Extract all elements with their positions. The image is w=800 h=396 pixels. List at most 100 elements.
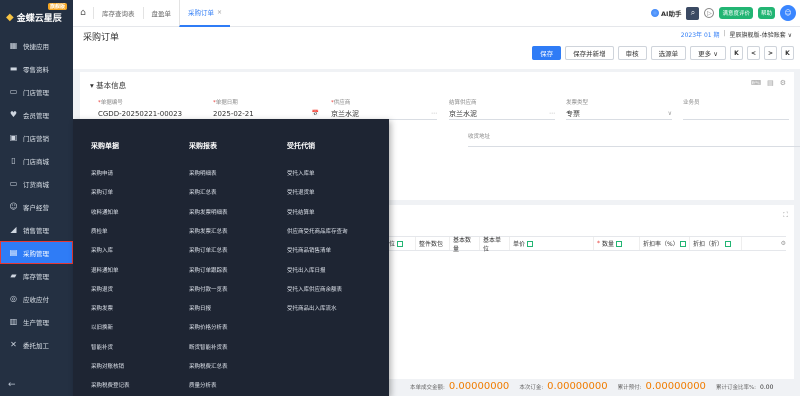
address-input[interactable] — [468, 146, 800, 147]
menu-item[interactable]: 采购订单跟踪表 — [189, 266, 228, 274]
field-input[interactable] — [683, 108, 789, 120]
menu-item[interactable]: 采购发票汇总表 — [189, 227, 228, 235]
mall-icon: ▯ — [11, 156, 16, 165]
action-button[interactable]: 选源单 — [650, 46, 687, 60]
table-column-header[interactable]: 基本单位 — [480, 237, 510, 253]
record-nav-button[interactable]: K — [730, 46, 743, 60]
keyboard-icon[interactable]: ⌨ — [751, 79, 761, 87]
sidebar-item[interactable]: ▭ 门店管理 — [0, 80, 73, 103]
ai-assistant-button[interactable]: AI助手 — [651, 8, 681, 18]
sidebar-item[interactable]: ▥ 生产管理 — [0, 310, 73, 333]
menu-item[interactable]: 采购发票 — [91, 304, 113, 312]
menu-item[interactable]: 质量分析表 — [189, 381, 217, 389]
menu-item[interactable]: 受托商品出入库流水 — [287, 304, 337, 312]
action-button[interactable]: 更多 ∨ — [690, 46, 726, 60]
record-nav-button[interactable]: > — [764, 46, 777, 60]
tab-label: 采购订单 — [188, 9, 214, 17]
sidebar-item[interactable]: ☺ 客户经营 — [0, 195, 73, 218]
play-icon[interactable]: ▷ — [704, 8, 715, 18]
menu-item[interactable]: 采购退货 — [91, 285, 113, 293]
column-checkbox[interactable] — [616, 240, 623, 247]
home-icon[interactable]: ⌂ — [73, 8, 93, 18]
tab-item[interactable]: 采购订单 × — [179, 0, 231, 27]
sidebar-item[interactable]: ▭ 订货商城 — [0, 172, 73, 195]
column-checkbox[interactable] — [725, 240, 732, 247]
table-column-header[interactable]: 整件数包 — [416, 237, 450, 250]
menu-item[interactable]: 采购申请 — [91, 169, 113, 177]
menu-item[interactable]: 采购汇总表 — [189, 188, 217, 196]
field-input[interactable]: 专票 ∨ — [566, 108, 672, 120]
record-nav-button[interactable]: < — [747, 46, 760, 60]
table-column-header[interactable]: 单价 — [510, 237, 594, 250]
menu-item[interactable]: 受托结算单 — [287, 208, 315, 216]
sidebar-item[interactable]: ▣ 门店营销 — [0, 126, 73, 149]
collapse-sidebar-icon[interactable]: ← — [8, 380, 16, 390]
table-column-header[interactable]: 折扣率（%） — [640, 237, 690, 250]
sidebar-item[interactable]: ▯ 门店商城 — [0, 149, 73, 172]
record-nav-button[interactable]: K — [781, 46, 794, 60]
menu-item[interactable]: 采购订单 — [91, 188, 113, 196]
menu-item[interactable]: 采购发票明细表 — [189, 208, 228, 216]
help-button[interactable]: 帮助 — [757, 7, 775, 19]
trial-button[interactable]: 满意度评价 — [719, 7, 753, 19]
menu-item[interactable]: 断货智能补货表 — [189, 343, 228, 351]
menu-item[interactable]: 受托退货单 — [287, 188, 315, 196]
menu-item[interactable]: 采购付款一览表 — [189, 285, 228, 293]
menu-item[interactable]: 受托入库供应商余额表 — [287, 285, 342, 293]
field-picker-icon[interactable]: ⋯ — [549, 110, 555, 117]
menu-item[interactable]: 智能补货 — [91, 343, 113, 351]
sidebar-item[interactable]: ▬ 零售资料 — [0, 57, 73, 80]
column-settings-icon[interactable]: ⚙ — [781, 240, 786, 247]
sidebar-item[interactable]: ◎ 应收应付 — [0, 287, 73, 310]
menu-item[interactable]: 质检单 — [91, 227, 108, 235]
ai-assistant-label: AI助手 — [661, 10, 682, 18]
menu-item[interactable]: 采购入库 — [91, 246, 113, 254]
sidebar-item[interactable]: ▤ 采购管理 — [0, 241, 73, 264]
period-selector[interactable]: 2023年 01 期 — [681, 30, 720, 39]
expand-icon[interactable]: ⛶ — [783, 211, 788, 220]
sidebar-item[interactable]: ✕ 委托加工 — [0, 333, 73, 356]
basic-info-title[interactable]: ▾ 基本信息 — [90, 80, 126, 91]
action-button[interactable]: 审核 — [617, 46, 647, 60]
org-selector[interactable]: 星辰旗舰版-体验账套 ∨ — [730, 30, 792, 39]
tab-item[interactable]: 库存查询表 — [93, 7, 143, 19]
field-picker-icon[interactable]: ⋯ — [431, 110, 437, 117]
sidebar-item[interactable]: ♥ 会员管理 — [0, 103, 73, 126]
print-icon[interactable]: ▤ — [767, 79, 774, 87]
sidebar-item[interactable]: ▰ 库存管理 — [0, 264, 73, 287]
sidebar-item[interactable]: ▦ 快捷应用 — [0, 34, 73, 57]
menu-item[interactable]: 受托入库单 — [287, 169, 315, 177]
menu-item[interactable]: 退料通知单 — [91, 266, 119, 274]
menu-item[interactable]: 采购价格分析表 — [189, 323, 228, 331]
table-column-header[interactable]: * 数量 — [594, 237, 640, 250]
table-column-header[interactable]: 基本数量 — [450, 237, 480, 253]
menu-item[interactable]: 采购日报 — [189, 304, 211, 312]
tab-item[interactable]: 盘盈单 — [142, 7, 180, 19]
field-picker-icon[interactable]: ∨ — [668, 110, 672, 117]
action-button[interactable]: 保存并新增 — [565, 46, 614, 60]
menu-item[interactable]: 收料通知单 — [91, 208, 119, 216]
sidebar-item[interactable]: ◢ 销售管理 — [0, 218, 73, 241]
menu-item[interactable]: 采购税费登记表 — [91, 381, 130, 389]
avatar[interactable]: ☺ — [780, 5, 796, 21]
table-column-header[interactable]: 折扣（折） — [690, 237, 742, 250]
menu-item[interactable]: 受托商品销售清单 — [287, 246, 331, 254]
menu-item[interactable]: 采购对账核销 — [91, 362, 124, 370]
column-checkbox[interactable] — [397, 240, 404, 247]
field-picker-icon[interactable]: 📅 — [312, 110, 319, 117]
menu-item[interactable]: 受托出入库日报 — [287, 266, 326, 274]
brand-logo[interactable]: ◆ 金蝶云星辰 旗舰版 — [0, 0, 73, 34]
close-icon[interactable]: × — [217, 9, 222, 16]
menu-item[interactable]: 以旧换新 — [91, 323, 113, 331]
menu-item[interactable]: 采购明细表 — [189, 169, 217, 177]
field-input[interactable]: 京兰水泥 ⋯ — [449, 108, 555, 120]
settings-icon[interactable]: ⚙ — [780, 79, 786, 87]
column-checkbox[interactable] — [680, 240, 686, 247]
action-button[interactable]: 保存 — [532, 46, 562, 60]
finance-icon: ◎ — [10, 294, 17, 303]
search-icon[interactable]: ⌕ — [686, 6, 700, 20]
column-checkbox[interactable] — [527, 240, 534, 247]
menu-item[interactable]: 采购订单汇总表 — [189, 246, 228, 254]
menu-item[interactable]: 采购税费汇总表 — [189, 362, 228, 370]
menu-item[interactable]: 供应商受托商品库存查询 — [287, 227, 348, 235]
